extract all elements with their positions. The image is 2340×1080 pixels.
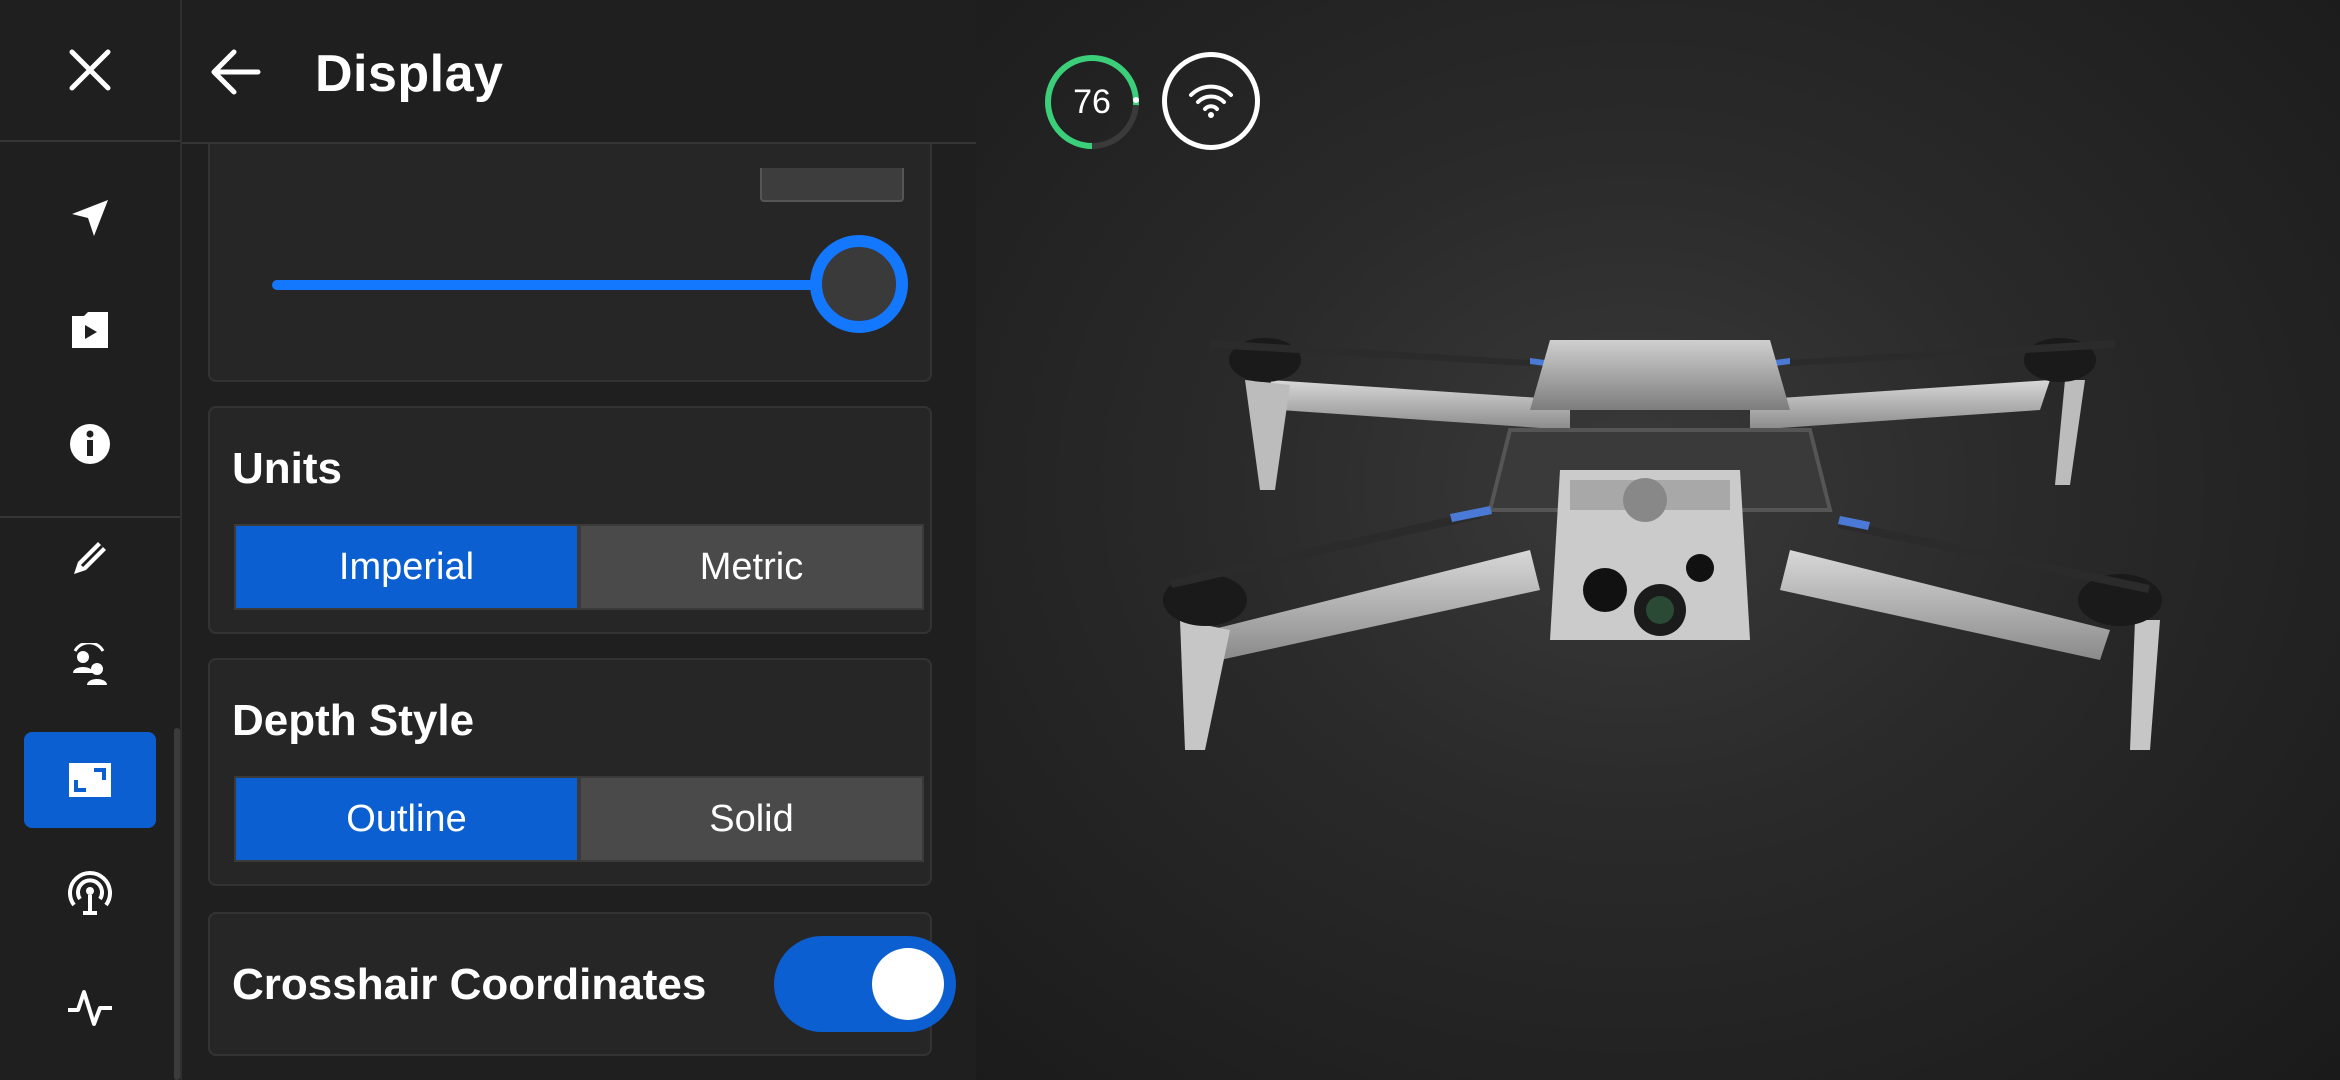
pen-icon bbox=[74, 542, 106, 574]
rail-item-info[interactable] bbox=[24, 396, 156, 492]
rail-item-broadcast[interactable] bbox=[24, 846, 156, 942]
depth-style-card: Depth Style Outline Solid bbox=[208, 658, 932, 886]
slider-thumb[interactable] bbox=[810, 235, 908, 333]
media-folder-icon bbox=[72, 312, 108, 348]
wifi-status bbox=[1162, 52, 1260, 150]
depth-style-outline-button[interactable]: Outline bbox=[236, 778, 577, 860]
rail-item-activity[interactable] bbox=[24, 960, 156, 1056]
page-title: Display bbox=[315, 45, 504, 103]
units-metric-button[interactable]: Metric bbox=[581, 526, 922, 608]
slider-track[interactable] bbox=[272, 280, 862, 290]
drone-image bbox=[1163, 338, 2162, 750]
units-imperial-button[interactable]: Imperial bbox=[236, 526, 577, 608]
broadcast-icon bbox=[68, 871, 112, 915]
units-title: Units bbox=[232, 444, 342, 493]
rail-item-annotate[interactable] bbox=[24, 510, 156, 606]
rail-item-media[interactable] bbox=[24, 282, 156, 378]
rail-item-users[interactable] bbox=[24, 618, 156, 714]
info-icon bbox=[70, 424, 110, 464]
battery-percent: 76 bbox=[1073, 82, 1111, 121]
user-swap-icon bbox=[73, 643, 107, 685]
depth-style-segmented-control: Outline Solid bbox=[234, 776, 924, 862]
back-arrow-icon bbox=[211, 49, 261, 95]
crosshair-label: Crosshair Coordinates bbox=[232, 960, 707, 1009]
units-card: Units Imperial Metric bbox=[208, 406, 932, 634]
left-nav-rail bbox=[0, 0, 182, 1080]
back-button[interactable] bbox=[198, 36, 274, 108]
navigation-arrow-icon bbox=[72, 200, 108, 236]
crosshair-card: Crosshair Coordinates bbox=[208, 912, 956, 1056]
settings-panel: Display Units Imperial Metric Depth Styl… bbox=[182, 0, 976, 1080]
activity-icon bbox=[68, 990, 112, 1026]
rail-item-display[interactable] bbox=[24, 732, 156, 828]
wifi-icon bbox=[1189, 84, 1233, 118]
toggle-knob bbox=[872, 948, 944, 1020]
display-icon bbox=[69, 763, 111, 797]
rail-item-navigation[interactable] bbox=[24, 170, 156, 266]
units-segmented-control: Imperial Metric bbox=[234, 524, 924, 610]
close-icon bbox=[69, 49, 111, 91]
panel-header: Display bbox=[182, 0, 976, 144]
close-button[interactable] bbox=[0, 0, 180, 142]
slider-value-tooltip bbox=[760, 168, 904, 202]
rail-scrollbar[interactable] bbox=[174, 728, 180, 1080]
depth-style-title: Depth Style bbox=[232, 696, 475, 745]
depth-style-solid-button[interactable]: Solid bbox=[581, 778, 922, 860]
crosshair-toggle[interactable] bbox=[774, 936, 956, 1032]
